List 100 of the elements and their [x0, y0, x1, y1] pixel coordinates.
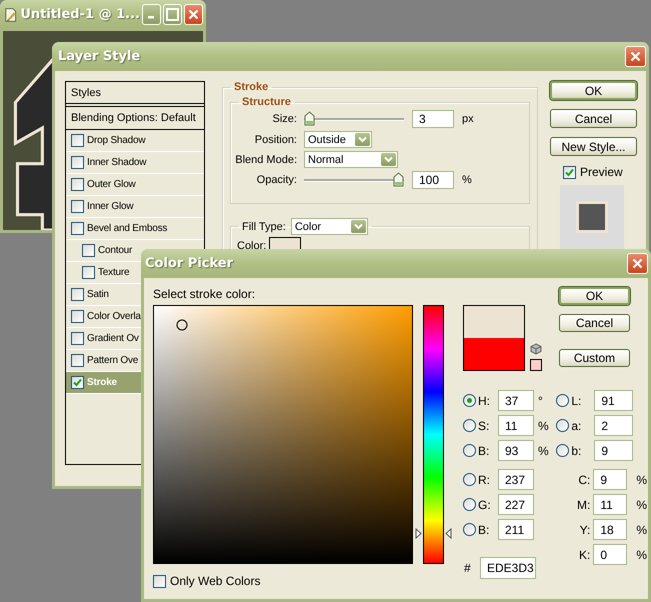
list-item-label: Stroke	[87, 377, 117, 388]
checkbox[interactable]	[71, 178, 84, 191]
close-button[interactable]	[627, 253, 648, 274]
checkbox[interactable]	[71, 134, 84, 147]
field-label: G:	[478, 498, 492, 512]
radio-button[interactable]	[463, 523, 476, 536]
button[interactable]: OK	[550, 81, 637, 100]
unit-label: °	[538, 394, 543, 408]
window-title: Untitled-1 @ 1...	[20, 7, 140, 22]
input-field[interactable]: 237	[498, 469, 534, 490]
slider[interactable]	[304, 172, 404, 188]
field-label: Y:	[578, 522, 590, 536]
radio-button[interactable]	[556, 444, 570, 457]
checkbox[interactable]	[71, 310, 84, 323]
style-preview	[560, 185, 624, 249]
slider-thumb[interactable]	[393, 172, 404, 187]
radio-button[interactable]	[463, 444, 476, 457]
minimize-button[interactable]	[142, 4, 161, 25]
input-field[interactable]: 18	[593, 519, 628, 540]
radio-button[interactable]	[463, 419, 476, 432]
field-label: S:	[478, 418, 490, 432]
input-field[interactable]: 37	[498, 390, 534, 411]
unit-label: %	[538, 444, 549, 458]
dropdown[interactable]: Color	[290, 218, 368, 235]
dropdown[interactable]: Outside	[304, 131, 372, 148]
window-title: Layer Style	[58, 49, 142, 64]
button[interactable]: Custom	[559, 349, 630, 367]
checkbox[interactable]	[71, 354, 84, 367]
field-label: Fill Type:	[242, 220, 286, 232]
color-field[interactable]	[153, 305, 413, 564]
maximize-button[interactable]	[162, 4, 182, 25]
checkbox[interactable]	[71, 222, 84, 235]
color-marker-icon[interactable]	[176, 319, 188, 331]
radio-button[interactable]	[556, 419, 570, 432]
input-field[interactable]: 91	[594, 390, 634, 411]
list-item-label: Outer Glow	[87, 179, 136, 190]
close-icon	[632, 258, 643, 269]
button[interactable]: OK	[559, 287, 630, 305]
dropdown[interactable]: Normal	[304, 151, 398, 168]
list-item[interactable]: Bevel and Emboss	[66, 218, 204, 240]
field-label: C:	[577, 472, 590, 486]
checkbox[interactable]	[71, 376, 84, 389]
field-label: Position:	[254, 134, 297, 146]
field-label: R:	[478, 472, 491, 486]
slider-thumb[interactable]	[304, 111, 315, 126]
list-item[interactable]: Inner Shadow	[66, 152, 204, 174]
caret-icon	[358, 136, 367, 143]
checkbox[interactable]	[82, 266, 95, 279]
input-field[interactable]: EDE3D3	[480, 557, 536, 579]
group-title: Structure	[241, 96, 292, 108]
field-label: Size:	[272, 113, 297, 125]
color-swatch[interactable]	[530, 359, 542, 371]
input-field[interactable]: 11	[593, 494, 628, 515]
input-field[interactable]: 227	[498, 494, 534, 515]
list-item[interactable]: Styles	[66, 82, 204, 107]
radio-button[interactable]	[463, 498, 476, 511]
input-field[interactable]: 93	[498, 440, 534, 461]
list-item[interactable]: Outer Glow	[66, 174, 204, 196]
unit-label: %	[636, 548, 647, 562]
button[interactable]: Cancel	[559, 314, 630, 332]
slider-thumb[interactable]	[415, 528, 452, 540]
checkbox[interactable]	[71, 288, 84, 301]
close-button[interactable]	[184, 4, 204, 25]
slider[interactable]	[304, 111, 404, 127]
field-label: #	[463, 561, 472, 575]
field-label: b:	[571, 444, 582, 458]
field-label: L:	[571, 394, 582, 408]
input-field[interactable]: 9	[593, 469, 628, 490]
checkbox-label: Only Web Colors	[170, 574, 260, 588]
cube-icon[interactable]	[530, 343, 542, 355]
input-field[interactable]: 2	[594, 415, 634, 436]
radio-button[interactable]	[556, 394, 570, 407]
list-item-label: Contour	[98, 245, 132, 256]
hue-slider[interactable]	[415, 305, 452, 564]
list-item-label: Bevel and Emboss	[87, 223, 168, 234]
field-label: B:	[478, 522, 490, 536]
list-item-label: Gradient Ov	[87, 333, 139, 344]
unit-label: px	[462, 113, 474, 125]
list-item[interactable]: Blending Options: Default	[66, 107, 204, 130]
input-field[interactable]: 11	[498, 415, 534, 436]
checkbox[interactable]	[563, 166, 576, 178]
checkbox[interactable]	[71, 332, 84, 345]
list-item[interactable]: Inner Glow	[66, 196, 204, 218]
checkbox[interactable]	[153, 574, 166, 588]
list-item[interactable]: Drop Shadow	[66, 130, 204, 152]
radio-button[interactable]	[463, 394, 476, 407]
button[interactable]: New Style...	[550, 137, 637, 156]
input-field[interactable]: 3	[412, 110, 454, 128]
input-field[interactable]: 0	[593, 544, 628, 565]
unit-label: %	[636, 472, 647, 486]
checkbox[interactable]	[82, 244, 95, 257]
input-field[interactable]: 211	[498, 519, 534, 540]
input-field[interactable]: 9	[594, 440, 634, 461]
close-button[interactable]	[625, 46, 646, 67]
button[interactable]: Cancel	[550, 109, 637, 128]
checkbox[interactable]	[71, 200, 84, 213]
input-field[interactable]: 100	[412, 171, 454, 189]
list-item-label: Texture	[98, 267, 130, 278]
radio-button[interactable]	[463, 473, 476, 486]
checkbox[interactable]	[71, 156, 84, 169]
